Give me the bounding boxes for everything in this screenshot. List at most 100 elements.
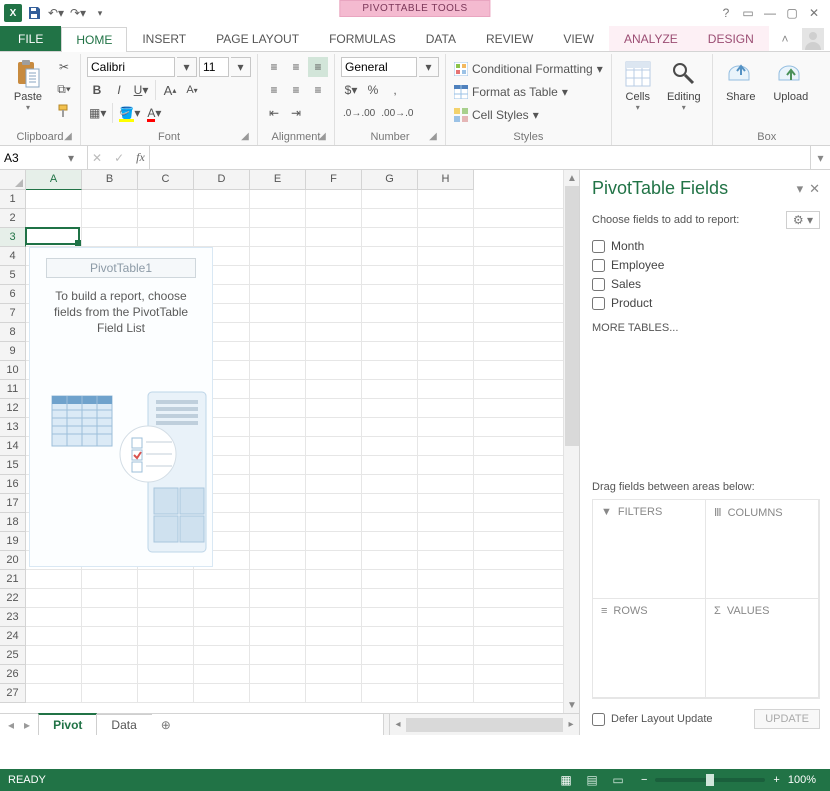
cells-area[interactable]: PivotTable1 To build a report, choose fi… — [26, 190, 563, 703]
row-header[interactable]: 10 — [0, 361, 26, 380]
area-columns[interactable]: ⅢCOLUMNS — [705, 499, 819, 599]
name-box-input[interactable] — [0, 151, 62, 165]
row-header[interactable]: 15 — [0, 456, 26, 475]
formula-input[interactable] — [150, 151, 810, 165]
view-normal-icon[interactable]: ▦ — [555, 772, 577, 788]
field-item[interactable]: Month — [592, 239, 820, 253]
row-header[interactable]: 8 — [0, 323, 26, 342]
vertical-scrollbar[interactable]: ▲ ▼ — [563, 170, 579, 713]
row-header[interactable]: 11 — [0, 380, 26, 399]
column-header[interactable]: C — [138, 170, 194, 190]
row-header[interactable]: 16 — [0, 475, 26, 494]
horizontal-scrollbar[interactable]: ◂ ▸ — [383, 714, 579, 735]
scroll-up-icon[interactable]: ▲ — [564, 170, 579, 186]
scroll-thumb[interactable] — [406, 718, 563, 732]
collapse-ribbon-icon[interactable]: ˄ — [774, 26, 796, 51]
fx-icon[interactable]: fx — [136, 150, 145, 165]
column-header[interactable]: B — [82, 170, 138, 190]
tab-insert[interactable]: INSERT — [127, 26, 201, 51]
bold-icon[interactable]: B — [87, 80, 107, 100]
align-bottom-icon[interactable]: ≡ — [308, 57, 328, 77]
dialog-launcher-icon[interactable]: ◢ — [62, 131, 74, 143]
minimize-icon[interactable]: — — [760, 3, 780, 23]
zoom-slider[interactable] — [655, 778, 765, 782]
number-format-dropdown-icon[interactable]: ▾ — [419, 57, 439, 77]
format-as-table-button[interactable]: Format as Table▾ — [452, 82, 570, 102]
undo-icon[interactable]: ↶▾ — [46, 3, 66, 23]
qat-customize-icon[interactable]: ▾ — [90, 3, 110, 23]
enter-formula-icon[interactable]: ✓ — [114, 151, 124, 165]
column-header[interactable]: G — [362, 170, 418, 190]
tab-page-layout[interactable]: PAGE LAYOUT — [201, 26, 314, 51]
fields-tools-button[interactable]: ⚙ ▾ — [786, 211, 820, 229]
align-center-icon[interactable]: ≡ — [286, 80, 306, 100]
expand-formula-bar-icon[interactable]: ▾ — [810, 146, 830, 169]
row-header[interactable]: 7 — [0, 304, 26, 323]
editing-button[interactable]: Editing ▾ — [662, 57, 706, 114]
font-name-input[interactable] — [87, 57, 175, 77]
align-top-icon[interactable]: ≡ — [264, 57, 284, 77]
paste-button[interactable]: Paste ▾ — [6, 57, 50, 114]
tab-review[interactable]: REVIEW — [471, 26, 548, 51]
tab-data[interactable]: DATA — [411, 26, 471, 51]
row-header[interactable]: 22 — [0, 589, 26, 608]
row-header[interactable]: 19 — [0, 532, 26, 551]
row-header[interactable]: 13 — [0, 418, 26, 437]
sheet-tab[interactable]: Pivot — [38, 713, 97, 735]
row-header[interactable]: 4 — [0, 247, 26, 266]
task-pane-close-icon[interactable]: ✕ — [809, 181, 820, 197]
cancel-formula-icon[interactable]: ✕ — [92, 151, 102, 165]
fill-color-icon[interactable]: 🪣▾ — [117, 103, 142, 123]
row-header[interactable]: 27 — [0, 684, 26, 703]
tab-analyze[interactable]: ANALYZE — [609, 26, 693, 51]
row-header[interactable]: 20 — [0, 551, 26, 570]
tab-design[interactable]: DESIGN — [693, 26, 769, 51]
row-header[interactable]: 6 — [0, 285, 26, 304]
defer-layout-checkbox[interactable]: Defer Layout Update — [592, 713, 713, 726]
cell-styles-button[interactable]: Cell Styles▾ — [452, 105, 541, 125]
field-item[interactable]: Employee — [592, 258, 820, 272]
comma-format-icon[interactable]: , — [385, 80, 405, 100]
share-button[interactable]: Share — [719, 57, 763, 105]
tab-home[interactable]: HOME — [61, 27, 127, 52]
underline-icon[interactable]: U▾ — [131, 80, 151, 100]
row-header[interactable]: 17 — [0, 494, 26, 513]
field-item[interactable]: Product — [592, 296, 820, 310]
row-header[interactable]: 9 — [0, 342, 26, 361]
decrease-font-icon[interactable]: A▾ — [182, 80, 202, 100]
decrease-indent-icon[interactable]: ⇤ — [264, 103, 284, 123]
row-header[interactable]: 24 — [0, 627, 26, 646]
area-rows[interactable]: ≡ROWS — [592, 598, 706, 698]
align-left-icon[interactable]: ≡ — [264, 80, 284, 100]
row-header[interactable]: 14 — [0, 437, 26, 456]
dialog-launcher-icon[interactable]: ◢ — [316, 131, 328, 143]
tab-view[interactable]: VIEW — [548, 26, 609, 51]
select-all-corner[interactable] — [0, 170, 26, 190]
pivottable-placeholder[interactable]: PivotTable1 To build a report, choose fi… — [29, 247, 213, 567]
more-tables-link[interactable]: MORE TABLES... — [592, 322, 820, 334]
save-icon[interactable] — [24, 3, 44, 23]
account-icon[interactable] — [796, 26, 830, 51]
accounting-format-icon[interactable]: $▾ — [341, 80, 361, 100]
align-right-icon[interactable]: ≡ — [308, 80, 328, 100]
scroll-thumb[interactable] — [565, 186, 579, 446]
number-format-select[interactable] — [341, 57, 417, 77]
increase-decimal-icon[interactable]: .0→.00 — [341, 103, 377, 123]
zoom-in-icon[interactable]: + — [773, 774, 779, 786]
task-pane-options-icon[interactable]: ▾ — [797, 181, 804, 197]
font-size-dropdown-icon[interactable]: ▾ — [231, 57, 251, 77]
active-cell[interactable] — [25, 227, 80, 245]
borders-icon[interactable]: ▦▾ — [87, 103, 108, 123]
scroll-right-icon[interactable]: ▸ — [563, 717, 579, 733]
row-header[interactable]: 18 — [0, 513, 26, 532]
cut-icon[interactable]: ✂ — [54, 57, 74, 77]
scroll-left-icon[interactable]: ◂ — [390, 717, 406, 733]
dialog-launcher-icon[interactable]: ◢ — [427, 131, 439, 143]
decrease-decimal-icon[interactable]: .00→.0 — [379, 103, 415, 123]
field-item[interactable]: Sales — [592, 277, 820, 291]
percent-format-icon[interactable]: % — [363, 80, 383, 100]
sheet-tab[interactable]: Data — [96, 714, 151, 735]
row-header[interactable]: 1 — [0, 190, 26, 209]
view-page-layout-icon[interactable]: ▤ — [581, 772, 603, 788]
column-header[interactable]: A — [26, 170, 82, 190]
